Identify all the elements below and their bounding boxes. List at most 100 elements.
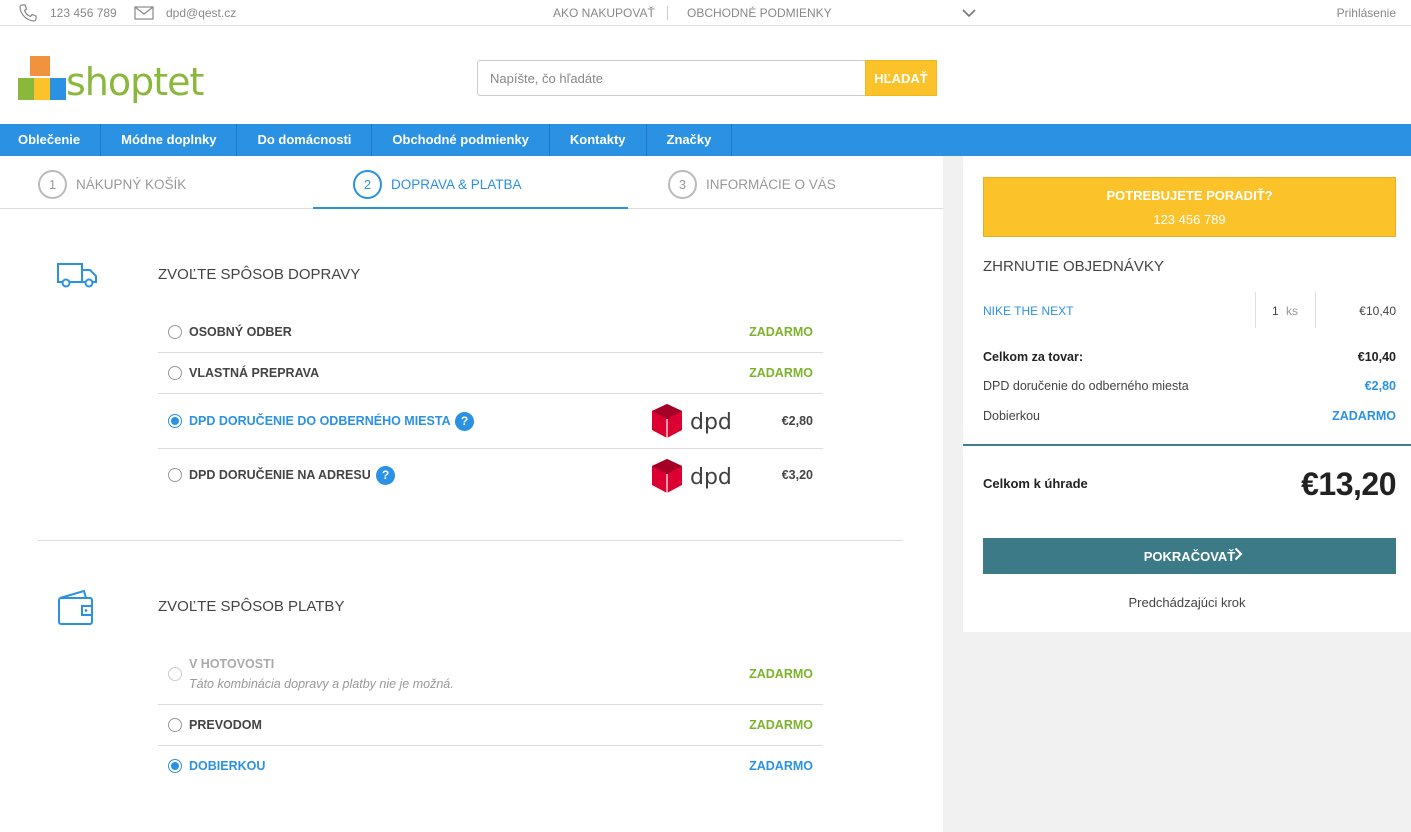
advice-box[interactable]: POTREBUJETE PORADIŤ? 123 456 789: [983, 177, 1396, 237]
active-step-indicator: [313, 207, 628, 209]
step-label: DOPRAVA & PLATBA: [391, 177, 522, 192]
logo-mark[interactable]: [18, 56, 66, 102]
option-price: ZADARMO: [749, 718, 813, 732]
link-how-to-buy[interactable]: AKO NAKUPOVAŤ: [553, 6, 655, 20]
shipping-option-selected[interactable]: DPD DORUČENIE DO ODBERNÉHO MIESTA ? dpd …: [158, 394, 823, 449]
payment-option[interactable]: PREVODOM ZADARMO: [158, 705, 823, 746]
step-customer-info[interactable]: 3 INFORMÁCIE O VÁS: [668, 170, 836, 199]
radio-button[interactable]: [168, 718, 182, 732]
radio-button[interactable]: [168, 414, 182, 428]
continue-button[interactable]: POKRAČOVAŤ: [983, 538, 1396, 574]
summary-label: Celkom za tovar:: [983, 350, 1084, 364]
step-shipping-payment[interactable]: 2 DOPRAVA & PLATBA: [353, 170, 522, 199]
search-button[interactable]: HĽADAŤ: [865, 60, 937, 96]
dpd-logo-text: dpd: [690, 410, 732, 435]
advice-phone: 123 456 789: [1153, 212, 1226, 227]
login-link[interactable]: Prihlásenie: [1337, 6, 1396, 20]
summary-label: Dobierkou: [983, 409, 1040, 423]
summary-value: €2,80: [1364, 379, 1396, 393]
step-number: 1: [38, 170, 67, 199]
option-label: DPD DORUČENIE NA ADRESU: [189, 468, 371, 482]
total-label: Celkom k úhrade: [983, 476, 1088, 491]
product-price: €10,40: [1359, 304, 1396, 318]
previous-step-link[interactable]: Predchádzajúci krok: [963, 595, 1411, 610]
nav-item-clothing[interactable]: Oblečenie: [0, 124, 102, 156]
product-unit: ks: [1286, 304, 1298, 318]
summary-row-shipping: DPD doručenie do odberného miesta €2,80: [983, 379, 1396, 393]
checkout-steps: 1 NÁKUPNÝ KOŠÍK 2 DOPRAVA & PLATBA 3 INF…: [0, 156, 943, 209]
mail-icon: [134, 5, 154, 20]
summary-title: ZHRNUTIE OBJEDNÁVKY: [983, 258, 1164, 275]
payment-title: ZVOĽTE SPÔSOB PLATBY: [158, 598, 345, 615]
logo-text[interactable]: shoptet: [66, 62, 204, 102]
summary-row-payment: Dobierkou ZADARMO: [983, 409, 1396, 423]
option-price: ZADARMO: [749, 759, 813, 773]
option-note: Táto kombinácia dopravy a platby nie je …: [189, 677, 454, 691]
nav-item-contacts[interactable]: Kontakty: [550, 124, 647, 156]
chevron-right-icon: [1234, 547, 1243, 564]
chevron-down-icon[interactable]: [962, 8, 976, 18]
summary-value: ZADARMO: [1332, 409, 1396, 423]
product-quantity: 1: [1272, 304, 1279, 318]
shipping-option[interactable]: OSOBNÝ ODBER ZADARMO: [158, 312, 823, 353]
option-label: DOBIERKOU: [189, 759, 266, 773]
dpd-logo: dpd: [652, 459, 732, 493]
phone-number: 123 456 789: [50, 5, 117, 20]
shipping-option[interactable]: VLASTNÁ PREPRAVA ZADARMO: [158, 353, 823, 394]
option-price: ZADARMO: [749, 325, 813, 339]
summary-value: €10,40: [1357, 350, 1396, 364]
nav-item-home[interactable]: Do domácnosti: [237, 124, 373, 156]
summary-divider: [963, 444, 1411, 446]
option-label: V HOTOVOSTI: [189, 657, 275, 671]
option-price: ZADARMO: [749, 366, 813, 380]
step-cart[interactable]: 1 NÁKUPNÝ KOŠÍK: [38, 170, 186, 199]
wallet-icon: [58, 589, 93, 625]
option-label: DPD DORUČENIE DO ODBERNÉHO MIESTA: [189, 414, 451, 428]
continue-label: POKRAČOVAŤ: [1143, 548, 1236, 564]
payment-option-selected[interactable]: DOBIERKOU ZADARMO: [158, 746, 823, 787]
email-contact[interactable]: dpd@qest.cz: [134, 0, 236, 25]
dpd-logo: dpd: [652, 404, 732, 438]
truck-icon: [57, 263, 97, 288]
phone-contact[interactable]: 123 456 789: [18, 0, 117, 25]
order-summary-panel: POTREBUJETE PORADIŤ? 123 456 789 ZHRNUTI…: [963, 156, 1411, 632]
phone-icon: [19, 3, 37, 22]
payment-option-disabled: V HOTOVOSTI Táto kombinácia dopravy a pl…: [158, 645, 823, 705]
option-price: ZADARMO: [749, 667, 813, 681]
shipping-option[interactable]: DPD DORUČENIE NA ADRESU ? dpd €3,20: [158, 449, 823, 504]
step-label: NÁKUPNÝ KOŠÍK: [76, 177, 187, 192]
option-label: PREVODOM: [189, 718, 262, 732]
radio-button[interactable]: [168, 759, 182, 773]
option-price: €2,80: [781, 414, 813, 428]
email-address: dpd@qest.cz: [166, 5, 237, 20]
divider: [1315, 292, 1316, 328]
top-bar: 123 456 789 dpd@qest.cz AKO NAKUPOVAŤ OB…: [0, 0, 1411, 26]
total-value: €13,20: [1301, 466, 1396, 502]
section-divider: [38, 540, 903, 541]
search-input[interactable]: [477, 60, 866, 96]
advice-title: POTREBUJETE PORADIŤ?: [1106, 188, 1273, 203]
option-price: €3,20: [781, 468, 813, 482]
help-icon[interactable]: ?: [455, 412, 474, 431]
radio-button[interactable]: [168, 468, 182, 482]
summary-label: DPD doručenie do odberného miesta: [983, 379, 1189, 393]
radio-button: [168, 667, 182, 681]
link-terms[interactable]: OBCHODNÉ PODMIENKY: [687, 6, 832, 20]
nav-item-accessories[interactable]: Módne doplnky: [101, 124, 238, 156]
dpd-logo-text: dpd: [690, 465, 732, 490]
radio-button[interactable]: [168, 366, 182, 380]
step-label: INFORMÁCIE O VÁS: [706, 177, 836, 192]
summary-row-goods: Celkom za tovar: €10,40: [983, 350, 1396, 364]
main-navigation: Oblečenie Módne doplnky Do domácnosti Ob…: [0, 124, 1411, 156]
nav-item-brands[interactable]: Značky: [647, 124, 733, 156]
radio-button[interactable]: [168, 325, 182, 339]
option-label: OSOBNÝ ODBER: [189, 325, 292, 339]
top-link-separator: [667, 6, 668, 20]
nav-item-terms[interactable]: Obchodné podmienky: [372, 124, 550, 156]
product-name[interactable]: NIKE THE NEXT: [983, 304, 1073, 318]
shipping-title: ZVOĽTE SPÔSOB DOPRAVY: [158, 266, 361, 283]
step-number: 3: [668, 170, 697, 199]
help-icon[interactable]: ?: [376, 466, 395, 485]
option-label: VLASTNÁ PREPRAVA: [189, 366, 320, 380]
divider: [1255, 292, 1256, 328]
